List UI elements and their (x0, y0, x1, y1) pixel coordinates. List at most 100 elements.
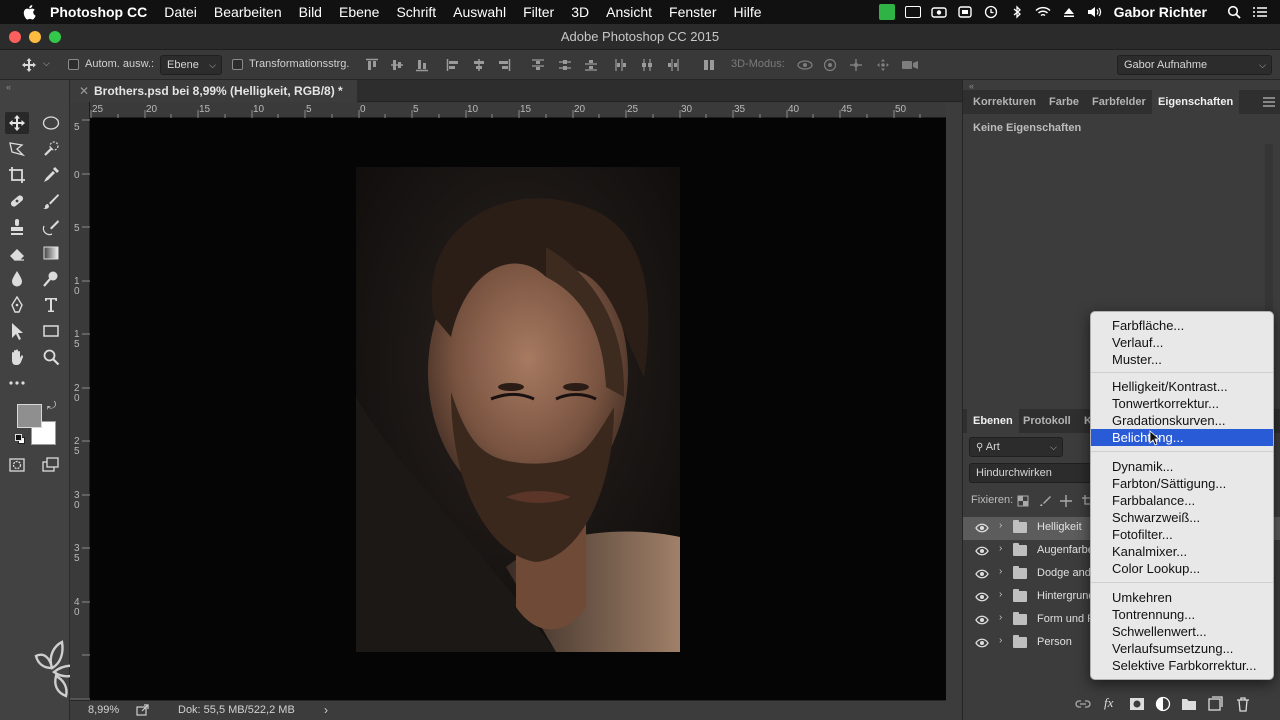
healing-brush-tool[interactable] (5, 190, 29, 212)
quick-mask-button[interactable] (5, 454, 29, 476)
new-group-folder-icon[interactable] (1181, 696, 1197, 712)
expand-group-chevron-icon[interactable]: › (999, 635, 1002, 646)
workspace-switcher-dropdown[interactable]: Gabor Aufnahme ⌵ (1117, 55, 1272, 75)
menu-auswahl[interactable]: Auswahl (453, 4, 506, 20)
distribute-left-icon[interactable] (614, 58, 628, 72)
menu-bild[interactable]: Bild (299, 4, 322, 20)
status-app-icon[interactable] (878, 4, 895, 20)
crop-tool[interactable] (5, 164, 29, 186)
menu-item-color-lookup[interactable]: Color Lookup... (1091, 560, 1273, 577)
tab-farbe[interactable]: Farbe (1043, 90, 1085, 114)
menu-item-verlauf[interactable]: Verlauf... (1091, 334, 1273, 351)
transform-controls-checkbox[interactable] (232, 59, 243, 70)
delete-layer-trash-icon[interactable] (1235, 696, 1251, 712)
menu-item-gradationskurven[interactable]: Gradationskurven... (1091, 412, 1273, 429)
tab-farbfelder[interactable]: Farbfelder (1086, 90, 1152, 114)
align-top-icon[interactable] (365, 58, 379, 72)
menu-item-dynamik[interactable]: Dynamik... (1091, 458, 1273, 475)
expand-group-chevron-icon[interactable]: › (999, 566, 1002, 577)
expand-group-chevron-icon[interactable]: › (999, 543, 1002, 554)
quick-selection-tool[interactable] (39, 138, 63, 160)
eraser-tool[interactable] (5, 242, 29, 264)
eject-icon[interactable] (1061, 5, 1077, 19)
time-machine-icon[interactable] (983, 5, 999, 19)
gradient-tool[interactable] (39, 242, 63, 264)
visibility-eye-icon[interactable] (975, 522, 989, 534)
menu-datei[interactable]: Datei (164, 4, 197, 20)
3d-roll-icon[interactable] (823, 58, 837, 72)
tool-preset-chevron-icon[interactable]: ⌵ (43, 58, 50, 69)
menu-item-schwarzweiss[interactable]: Schwarzweiß... (1091, 509, 1273, 526)
menu-item-farbton-saettigung[interactable]: Farbton/Sättigung... (1091, 475, 1273, 492)
visibility-eye-icon[interactable] (975, 614, 989, 626)
tab-eigenschaften[interactable]: Eigenschaften (1152, 90, 1240, 114)
eyedropper-tool[interactable] (39, 164, 63, 186)
notification-list-icon[interactable] (1252, 5, 1268, 19)
menu-item-umkehren[interactable]: Umkehren (1091, 589, 1273, 606)
align-horizontal-center-icon[interactable] (472, 58, 486, 72)
menu-item-schwellenwert[interactable]: Schwellenwert... (1091, 623, 1273, 640)
3d-slide-icon[interactable] (876, 58, 890, 72)
link-layers-icon[interactable] (1075, 696, 1091, 712)
menu-item-kanalmixer[interactable]: Kanalmixer... (1091, 543, 1273, 560)
menu-item-muster[interactable]: Muster... (1091, 351, 1273, 368)
status-shield-icon[interactable] (957, 5, 973, 19)
layer-filter-kind-dropdown[interactable]: ⚲ Art ⌵ (969, 437, 1063, 457)
lock-image-pixels-icon[interactable] (1039, 495, 1051, 507)
type-tool[interactable] (39, 294, 63, 316)
menu-app-name[interactable]: Photoshop CC (50, 4, 147, 20)
visibility-eye-icon[interactable] (975, 545, 989, 557)
auto-align-layers-icon[interactable] (702, 58, 716, 72)
blend-mode-dropdown[interactable]: Hindurchwirken (969, 463, 1099, 483)
blur-tool[interactable] (5, 268, 29, 290)
menu-item-farbflaeche[interactable]: Farbfläche... (1091, 317, 1273, 334)
hand-tool[interactable] (5, 346, 29, 368)
menu-item-verlaufsumsetzung[interactable]: Verlaufsumsetzung... (1091, 640, 1273, 657)
close-window-button[interactable] (9, 31, 21, 43)
user-name[interactable]: Gabor Richter (1114, 4, 1207, 20)
screen-mode-button[interactable] (39, 454, 63, 476)
auto-select-target-dropdown[interactable]: Ebene ⌵ (160, 55, 222, 75)
visibility-eye-icon[interactable] (975, 637, 989, 649)
lasso-tool[interactable] (5, 138, 29, 160)
close-document-icon[interactable]: ✕ (79, 80, 89, 102)
volume-icon[interactable] (1087, 5, 1103, 19)
3d-scale-video-icon[interactable] (901, 58, 919, 72)
add-mask-icon[interactable] (1129, 696, 1145, 712)
align-right-icon[interactable] (497, 58, 511, 72)
wifi-icon[interactable] (1035, 5, 1051, 19)
move-tool-preset-icon[interactable] (21, 57, 37, 73)
tab-ebenen[interactable]: Ebenen (967, 409, 1019, 433)
menu-ansicht[interactable]: Ansicht (606, 4, 652, 20)
menu-bearbeiten[interactable]: Bearbeiten (214, 4, 282, 20)
swap-colors-icon[interactable]: ⤾ (47, 400, 56, 413)
menu-ebene[interactable]: Ebene (339, 4, 379, 20)
distribute-vertical-center-icon[interactable] (558, 58, 572, 72)
visibility-eye-icon[interactable] (975, 568, 989, 580)
history-brush-tool[interactable] (39, 216, 63, 238)
path-selection-tool[interactable] (5, 320, 29, 342)
bluetooth-icon[interactable] (1009, 5, 1025, 19)
menu-item-tontrennung[interactable]: Tontrennung... (1091, 606, 1273, 623)
align-vertical-center-icon[interactable] (390, 58, 404, 72)
move-tool[interactable] (5, 112, 29, 134)
menu-item-selektive-farbkorrektur[interactable]: Selektive Farbkorrektur... (1091, 657, 1273, 674)
minimize-window-button[interactable] (29, 31, 41, 43)
marquee-tool[interactable] (39, 112, 63, 134)
clone-stamp-tool[interactable] (5, 216, 29, 238)
lock-position-icon[interactable] (1060, 495, 1072, 507)
vertical-ruler[interactable]: 5 0 5 10 15 20 25 30 35 40 (70, 102, 90, 698)
menu-item-farbbalance[interactable]: Farbbalance... (1091, 492, 1273, 509)
status-camera-icon[interactable] (930, 5, 947, 19)
expand-group-chevron-icon[interactable]: › (999, 612, 1002, 623)
brush-tool[interactable] (39, 190, 63, 212)
menu-item-fotofilter[interactable]: Fotofilter... (1091, 526, 1273, 543)
zoom-window-button[interactable] (49, 31, 61, 43)
panel-menu-icon[interactable] (1263, 97, 1275, 107)
default-colors-icon[interactable] (15, 434, 25, 444)
tab-protokoll[interactable]: Protokoll (1017, 409, 1077, 433)
distribute-top-icon[interactable] (531, 58, 545, 72)
expand-group-chevron-icon[interactable]: › (999, 520, 1002, 531)
3d-pan-icon[interactable] (849, 58, 863, 72)
visibility-eye-icon[interactable] (975, 591, 989, 603)
